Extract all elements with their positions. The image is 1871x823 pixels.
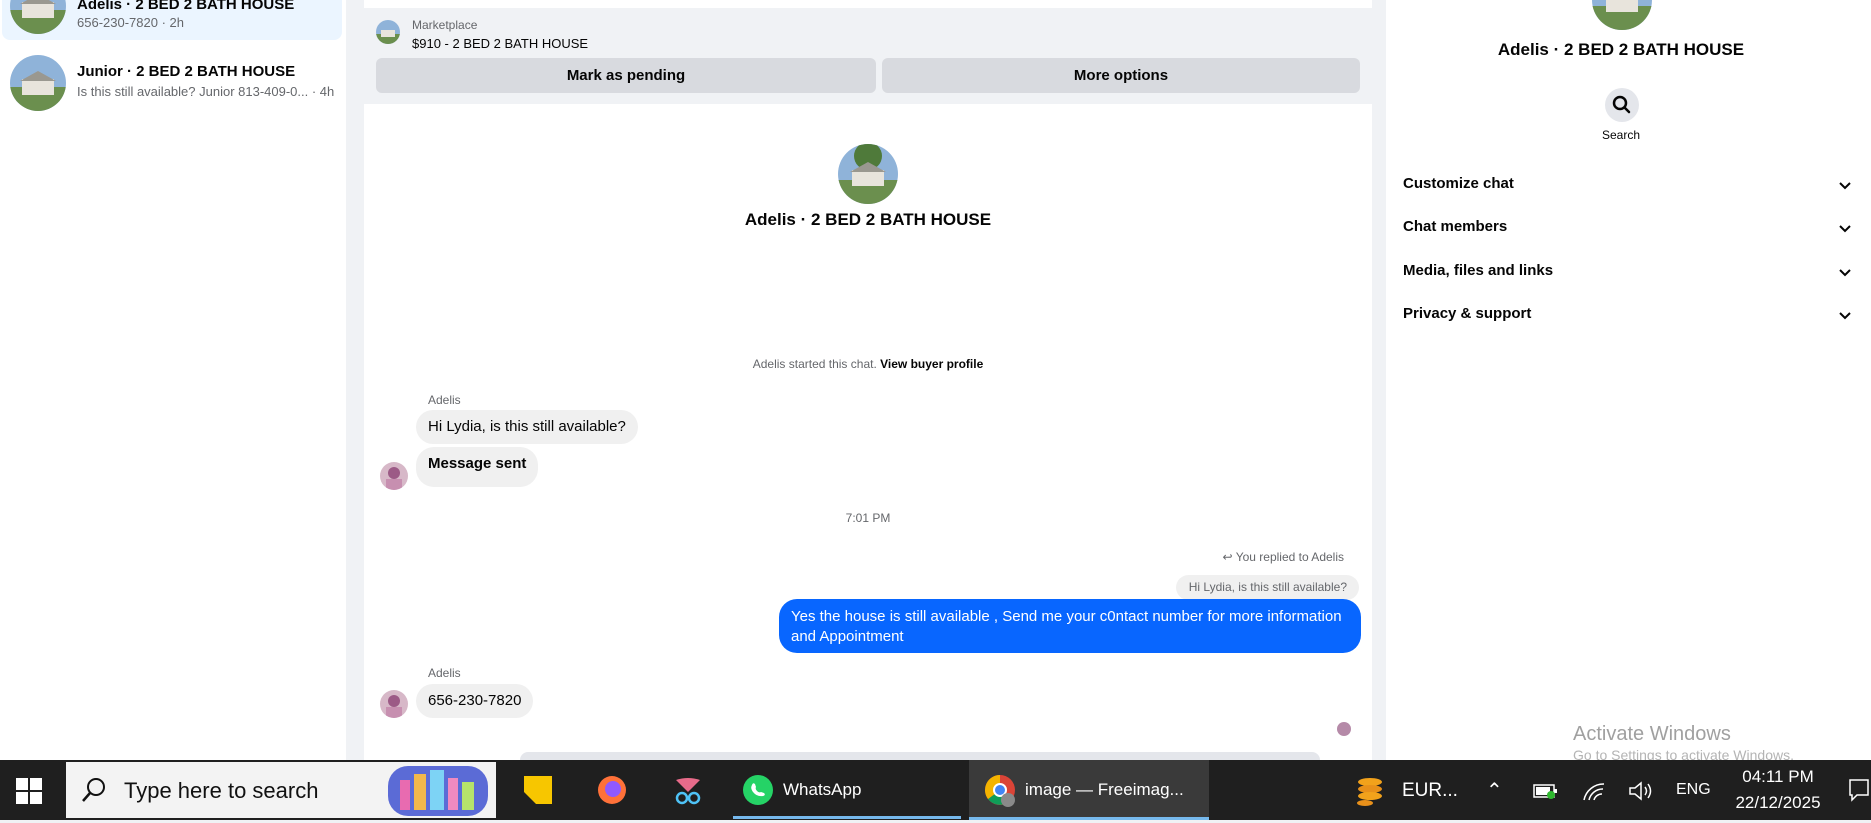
chat-members-row[interactable]: Chat members: [1403, 218, 1853, 248]
reply-label: You replied to Adelis: [1235, 550, 1344, 564]
chat-avatar: [838, 144, 898, 204]
activate-windows-subtitle: Go to Settings to activate Windows.: [1573, 747, 1794, 760]
battery-icon[interactable]: [1533, 782, 1559, 800]
conversation-title: Junior · 2 BED 2 BATH HOUSE: [77, 63, 296, 80]
sticky-notes-icon[interactable]: [522, 774, 554, 806]
clock-date[interactable]: 22/12/2025: [1728, 793, 1828, 813]
chrome-label: image — Freeimag...: [1025, 780, 1184, 799]
sender-name: Adelis: [428, 666, 461, 680]
taskbar-search-box[interactable]: Type here to search: [66, 762, 496, 818]
view-buyer-profile-link[interactable]: View buyer profile: [880, 357, 983, 371]
wifi-icon[interactable]: [1582, 780, 1606, 802]
firefox-icon[interactable]: [596, 774, 628, 806]
search-label: Search: [1601, 128, 1641, 142]
currency-label[interactable]: EUR...: [1402, 780, 1458, 802]
incoming-message: Message sent: [416, 447, 539, 487]
search-icon: [82, 778, 105, 802]
outgoing-message-line: Yes the house is still available , Send …: [791, 608, 1342, 625]
search-icon: [1612, 95, 1631, 114]
currency-widget-icon[interactable]: [1353, 774, 1387, 808]
customize-chat-row[interactable]: Customize chat: [1403, 175, 1853, 205]
section-label: Media, files and links: [1403, 262, 1554, 279]
marketplace-banner: Marketplace $910 - 2 BED 2 BATH HOUSE Ma…: [364, 8, 1372, 104]
chevron-down-icon: [1837, 307, 1853, 327]
chevron-down-icon: [1837, 220, 1853, 240]
clock-time[interactable]: 04:11 PM: [1738, 767, 1818, 787]
search-button[interactable]: [1605, 88, 1639, 122]
active-indicator: [733, 816, 961, 819]
info-title: Adelis · 2 BED 2 BATH HOUSE: [1497, 40, 1745, 59]
listing-thumbnail: [10, 0, 66, 34]
timestamp: 7:01 PM: [845, 511, 891, 525]
reply-icon: ↩: [1222, 550, 1233, 564]
activate-windows-title: Activate Windows: [1573, 723, 1731, 745]
outgoing-message: Yes the house is still available , Send …: [779, 599, 1361, 653]
chat-title: Adelis · 2 BED 2 BATH HOUSE: [744, 210, 992, 229]
search-placeholder: Type here to search: [124, 778, 319, 803]
search-highlight-image: [380, 762, 496, 818]
taskbar-chrome[interactable]: image — Freeimag...: [969, 760, 1209, 820]
more-options-button[interactable]: More options: [882, 58, 1360, 93]
whatsapp-label: WhatsApp: [783, 780, 862, 799]
listing-thumbnail: [10, 55, 66, 111]
incoming-message: 656-230-7820: [416, 684, 534, 718]
sender-avatar: [380, 690, 408, 718]
chevron-down-icon: [1837, 264, 1853, 284]
conversation-list: Adelis · 2 BED 2 BATH HOUSE 656-230-7820…: [0, 0, 346, 760]
outgoing-message-line: and Appointment: [791, 628, 904, 645]
chrome-icon: [985, 775, 1015, 807]
volume-icon[interactable]: [1628, 780, 1654, 802]
sender-avatar: [380, 462, 408, 490]
conversation-title: Adelis · 2 BED 2 BATH HOUSE: [77, 0, 295, 13]
chevron-up-icon[interactable]: ⌃: [1486, 778, 1503, 803]
started-text: Adelis started this chat.: [752, 357, 877, 371]
marketplace-label: Marketplace: [412, 18, 478, 32]
mark-as-pending-button[interactable]: Mark as pending: [376, 58, 876, 93]
taskbar-whatsapp[interactable]: WhatsApp: [733, 760, 961, 819]
chevron-down-icon: [1837, 177, 1853, 197]
section-label: Privacy & support: [1403, 305, 1532, 322]
notifications-icon[interactable]: [1848, 778, 1870, 802]
composer-edge: [520, 752, 1320, 760]
quoted-text: Hi Lydia, is this still available?: [1188, 580, 1347, 594]
chat-started-notice: Adelis started this chat. View buyer pro…: [364, 357, 1372, 371]
privacy-support-row[interactable]: Privacy & support: [1403, 305, 1853, 335]
conversation-subtitle: Is this still available? Junior 813-409-…: [77, 84, 335, 99]
media-files-links-row[interactable]: Media, files and links: [1403, 262, 1853, 292]
listing-thumbnail: [376, 20, 400, 44]
conversation-item[interactable]: Adelis · 2 BED 2 BATH HOUSE 656-230-7820…: [2, 0, 342, 40]
reply-indicator: ↩ You replied to Adelis: [1218, 550, 1345, 564]
incoming-message: Hi Lydia, is this still available?: [416, 410, 638, 444]
section-label: Customize chat: [1403, 175, 1514, 192]
conversation-item[interactable]: Junior · 2 BED 2 BATH HOUSE Is this stil…: [2, 47, 342, 117]
sender-name: Adelis: [428, 393, 461, 407]
read-receipt-avatar: [1337, 722, 1351, 736]
taskbar: Type here to search WhatsApp image — Fre…: [0, 760, 1871, 820]
language-indicator[interactable]: ENG: [1676, 781, 1711, 799]
windows-start-icon[interactable]: [16, 778, 42, 804]
snipping-tool-icon[interactable]: [672, 774, 704, 806]
quoted-message: Hi Lydia, is this still available?: [1176, 575, 1359, 600]
section-label: Chat members: [1403, 218, 1508, 235]
whatsapp-icon: [743, 775, 773, 805]
conversation-subtitle: 656-230-7820 · 2h: [77, 15, 184, 30]
listing-title: $910 - 2 BED 2 BATH HOUSE: [412, 36, 589, 51]
